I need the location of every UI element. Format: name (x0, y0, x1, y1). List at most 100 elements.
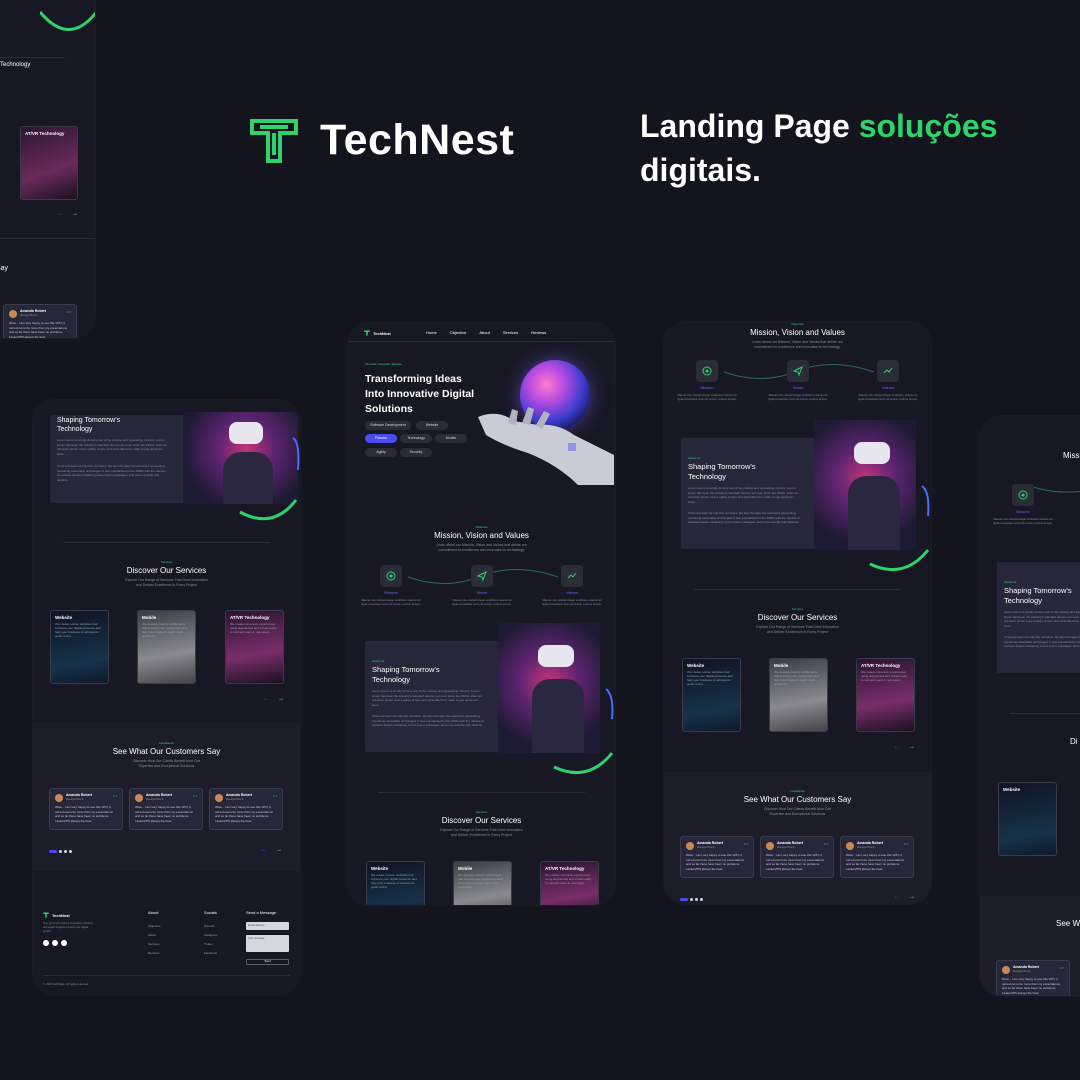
email-field[interactable]: Email address (246, 922, 289, 930)
reviews-subtitle-2: Expertise and Exceptional Solutions (138, 764, 195, 768)
rating-badge: 4.7 (1059, 966, 1064, 970)
next-arrow-icon[interactable]: → (276, 847, 282, 853)
footer-link[interactable]: Twitter (204, 940, 217, 949)
prev-arrow-icon[interactable]: ← (894, 744, 900, 750)
pillar-desc: Maecen inte volutpat integer vestibulum … (768, 394, 828, 401)
brand-logo: TechNest (250, 116, 514, 165)
service-card-mobile[interactable]: Mobile We develop custom mobile apps tha… (137, 610, 196, 684)
service-card-mobile[interactable]: Mobile We develop custom mobile apps tha… (453, 861, 512, 905)
reviewer-role: Manager Brand (146, 798, 164, 801)
send-button[interactable]: Send (246, 959, 289, 965)
about-title-crop: Technology (0, 62, 31, 68)
about-eyebrow: About Us (1004, 580, 1017, 584)
instagram-icon[interactable] (61, 940, 67, 946)
about-title: Shaping Tomorrow's Technology (372, 665, 440, 684)
service-card-vr[interactable]: AT/VR Technology We create immersive exp… (856, 658, 915, 732)
reviewer-name: Amanda Robert (777, 841, 804, 845)
service-card-website[interactable]: Website We create custom websites that e… (682, 658, 741, 732)
footer-social-links: Discord Instagram Twitter Facebook (204, 922, 217, 958)
service-card-website[interactable]: Website We create custom websites that e… (50, 610, 109, 684)
service-card-vr[interactable]: AT/VR Technology We create immersive exp… (225, 610, 284, 684)
reviews-eyebrow: Feedbacks (790, 789, 805, 793)
reviews-subtitle-2: Expertise and Exceptional Solutions (769, 812, 826, 816)
chip-mobile[interactable]: Mobile (435, 434, 467, 443)
chip-website[interactable]: Website (416, 421, 448, 430)
about-paragraph-2: It has survived not only five centuries,… (372, 714, 484, 727)
reviewer-name: Amanda Robert (697, 841, 724, 845)
footer-about-links: Objective About Services Reviews (148, 922, 161, 958)
about-paragraph: Lorem ipsum is simply dummy text of the … (57, 438, 167, 456)
review-card: Amanda Robert Manager Brand 4.7 Wow... I… (129, 788, 203, 830)
service-card-title: Website (371, 866, 389, 871)
reviewer-role: Manager Brand (1013, 970, 1031, 973)
hero-title: Transforming Ideas Into Innovative Digita… (365, 373, 475, 415)
review-text: Wow... I am very happy to use this VPN, … (686, 853, 744, 871)
technest-logo-icon (250, 118, 298, 163)
avatar (1002, 966, 1010, 974)
prev-arrow-icon[interactable]: ← (261, 847, 267, 853)
nav-item-about[interactable]: About (479, 330, 489, 335)
service-card-website[interactable]: Website We create custom websites that e… (366, 861, 425, 905)
next-arrow-icon[interactable]: → (909, 894, 915, 900)
next-arrow-icon[interactable]: → (278, 696, 284, 702)
next-arrow-icon[interactable]: → (909, 744, 915, 750)
service-card[interactable]: AT/VR Technology (20, 126, 78, 200)
reviewer-role: Manager Brand (66, 798, 84, 801)
about-title: Shaping Tomorrow's Technology (688, 462, 756, 481)
review-text: Wow... I am very happy to use this VPN, … (215, 805, 273, 823)
brand-name: TechNest (320, 116, 515, 164)
footer-link[interactable]: Instagram (204, 931, 217, 940)
review-text: Wow... I am very happy to use this VPN, … (846, 853, 904, 871)
service-card-title: AT/VR Technology (861, 663, 901, 668)
trend-icon (561, 565, 583, 587)
chip-technology[interactable]: Technology (400, 434, 432, 443)
service-card-website[interactable]: Website (998, 782, 1057, 856)
chip-software-development[interactable]: Software Development (365, 421, 411, 430)
tagline-prefix: Landing Page (640, 108, 859, 144)
footer-social-icons (43, 940, 67, 946)
nav-item-home[interactable]: Home (426, 330, 437, 335)
footer-link[interactable]: Services (148, 940, 161, 949)
review-card: Amanda Robert Manager Brand 4.7 Wow... I… (49, 788, 123, 830)
pillar-desc: Maecen inte volutpat integer vestibulum … (858, 394, 918, 401)
message-field[interactable]: Your message (246, 935, 289, 952)
footer-link[interactable]: Facebook (204, 949, 217, 958)
prev-arrow-icon[interactable]: ← (263, 696, 269, 702)
prev-arrow-icon[interactable]: ← (894, 894, 900, 900)
service-card-desc: We create custom websites that enhance y… (687, 670, 733, 686)
footer-link[interactable]: Reviews (148, 949, 161, 958)
about-eyebrow: About Us (372, 659, 385, 663)
nav-item-services[interactable]: Services (503, 330, 518, 335)
facebook-icon[interactable] (43, 940, 49, 946)
brand-tagline: Landing Page soluções digitais. (640, 104, 997, 192)
reviews-title: See What Our Customers Say (112, 747, 221, 756)
mission-subtitle-2: commitment to excellence and innovation … (754, 345, 841, 349)
trend-icon (877, 360, 899, 382)
service-card-title: Mobile (774, 663, 789, 668)
send-icon (471, 565, 493, 587)
footer-link[interactable]: Objective (148, 922, 161, 931)
service-card-title: AT/VR Technology (545, 866, 585, 871)
nav-logo[interactable]: TechNest (364, 330, 391, 336)
chip-futures[interactable]: Futures (365, 434, 397, 443)
avatar (766, 842, 774, 850)
prev-arrow-icon[interactable]: ← (58, 211, 64, 217)
carousel-dots[interactable] (680, 898, 703, 901)
service-card-vr[interactable]: AT/VR Technology We create immersive exp… (540, 861, 599, 905)
rating-badge: 4.7 (823, 842, 828, 846)
footer-link[interactable]: About (148, 931, 161, 940)
nav-item-objective[interactable]: Objective (450, 330, 467, 335)
service-card-mobile[interactable]: Mobile We develop custom mobile apps tha… (769, 658, 828, 732)
nav-item-reviews[interactable]: Reviews (531, 330, 546, 335)
twitter-icon[interactable] (52, 940, 58, 946)
services-eyebrow: Services (160, 560, 173, 564)
mission-title: Mission, Vision and Values (750, 328, 845, 337)
chip-security[interactable]: Security (400, 448, 432, 457)
footer-link[interactable]: Discord (204, 922, 217, 931)
next-arrow-icon[interactable]: → (72, 211, 78, 217)
pillar-mission-label: Mission (1016, 509, 1030, 514)
reviews-title-crop: See W (1056, 919, 1080, 928)
chip-agility[interactable]: Agility (365, 448, 397, 457)
review-card: Amanda Robert Manager Brand 4.7 Wow... I… (3, 304, 77, 338)
carousel-dots[interactable] (49, 850, 72, 853)
